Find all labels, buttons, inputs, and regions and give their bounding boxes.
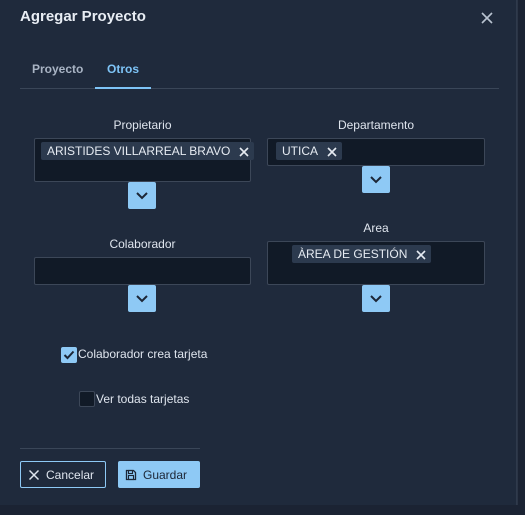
backdrop-page-text [0, 505, 525, 515]
tab-bar: Proyecto Otros [20, 55, 499, 89]
propietario-multiselect[interactable]: ARISTIDES VILLARREAL BRAVO [34, 138, 255, 182]
cancel-button-label: Cancelar [46, 467, 95, 482]
footer-divider [20, 448, 200, 449]
tab-otros[interactable]: Otros [95, 55, 152, 89]
close-icon [28, 469, 40, 480]
close-icon[interactable] [479, 10, 495, 26]
departamento-chip-label: UTICA [282, 144, 318, 158]
area-dropdown-button[interactable] [362, 285, 390, 312]
remove-chip-icon[interactable] [326, 145, 338, 157]
colaborador-multiselect[interactable] [34, 257, 251, 285]
tab-proyecto[interactable]: Proyecto [20, 55, 95, 87]
remove-chip-icon[interactable] [415, 248, 427, 260]
propietario-label: Propietario [113, 118, 172, 132]
checkmark-icon [63, 350, 75, 360]
colaborador-crea-tarjeta-checkbox[interactable] [61, 347, 77, 363]
chevron-down-icon [136, 191, 148, 199]
save-icon [125, 469, 137, 480]
dialog-title: Agregar Proyecto [20, 8, 146, 25]
cancel-button[interactable]: Cancelar [20, 461, 106, 488]
propietario-dropdown-button[interactable] [128, 182, 156, 209]
area-chip: ÀREA DE GESTIÓN [292, 245, 432, 263]
chevron-down-icon [136, 294, 148, 302]
departamento-label: Departamento [337, 118, 415, 132]
area-chip-label: ÀREA DE GESTIÓN [298, 247, 408, 261]
departamento-dropdown-button[interactable] [362, 166, 390, 193]
propietario-chip: ARISTIDES VILLARREAL BRAVO [41, 142, 255, 160]
area-multiselect[interactable]: ÀREA DE GESTIÓN [267, 241, 485, 285]
area-label: Area [363, 221, 389, 235]
chevron-down-icon [370, 175, 382, 183]
save-button-label: Guardar [143, 467, 188, 482]
colaborador-crea-tarjeta-label[interactable]: Colaborador crea tarjeta [78, 347, 207, 361]
departamento-multiselect[interactable]: UTICA [267, 138, 485, 166]
save-button[interactable]: Guardar [118, 461, 200, 488]
propietario-chip-label: ARISTIDES VILLARREAL BRAVO [47, 144, 231, 158]
departamento-chip: UTICA [276, 142, 342, 160]
remove-chip-icon[interactable] [238, 145, 250, 157]
colaborador-dropdown-button[interactable] [128, 285, 156, 312]
ver-todas-tarjetas-label[interactable]: Ver todas tarjetas [96, 392, 189, 406]
backdrop-page [517, 0, 525, 515]
add-project-dialog: Agregar Proyecto Proyecto Otros Propieta… [0, 0, 517, 505]
colaborador-label: Colaborador [109, 237, 176, 251]
chevron-down-icon [370, 294, 382, 302]
ver-todas-tarjetas-checkbox[interactable] [79, 391, 95, 407]
